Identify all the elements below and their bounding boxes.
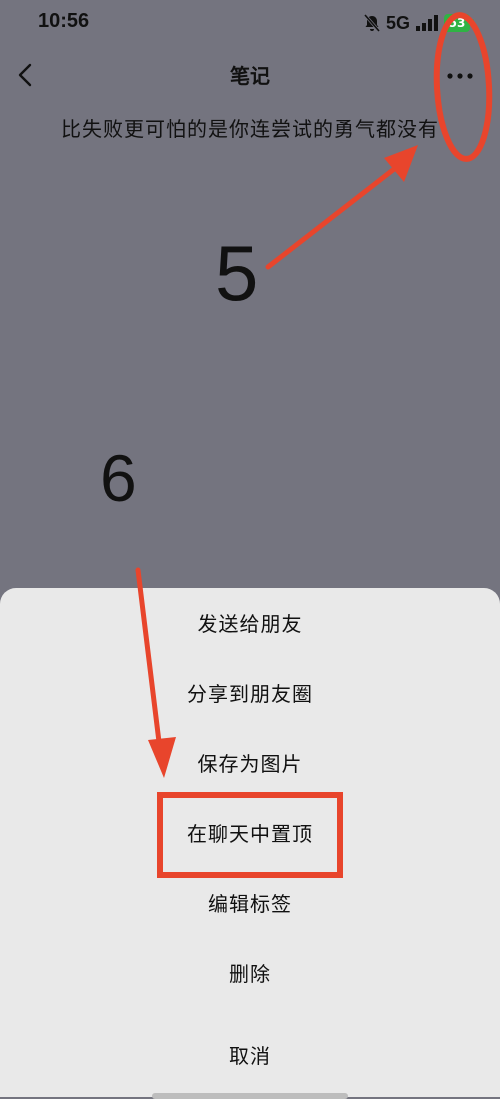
status-indicators: 5G 53 <box>363 12 474 34</box>
note-content: 比失败更可怕的是你连尝试的勇气都没有 <box>61 117 439 141</box>
home-indicator <box>152 1093 348 1099</box>
save-as-image-option[interactable]: 保存为图片 <box>0 734 500 794</box>
pin-in-chat-option[interactable]: 在聊天中置顶 <box>0 804 500 864</box>
edit-tags-option[interactable]: 编辑标签 <box>0 874 500 934</box>
more-dots-icon <box>447 73 473 79</box>
mute-bell-icon <box>363 14 380 32</box>
step-6-label: 6 <box>100 441 137 515</box>
page-title: 笔记 <box>230 64 270 88</box>
arrow-5-line <box>265 163 401 270</box>
arrow-5-head <box>384 145 418 182</box>
more-button[interactable] <box>440 58 480 92</box>
cancel-option[interactable]: 取消 <box>0 1026 500 1086</box>
status-time: 10:56 <box>38 10 90 32</box>
battery-icon: 53 <box>444 14 474 32</box>
action-sheet: 发送给朋友 分享到朋友圈 保存为图片 在聊天中置顶 编辑标签 删除 取消 <box>0 588 500 1099</box>
delete-option[interactable]: 删除 <box>0 944 500 1004</box>
send-to-friend-option[interactable]: 发送给朋友 <box>0 594 500 654</box>
network-type: 5G <box>385 12 410 33</box>
step-5-label: 5 <box>215 229 259 317</box>
nav-bar: 笔记 <box>0 50 500 100</box>
share-to-moments-option[interactable]: 分享到朋友圈 <box>0 664 500 724</box>
status-bar: 10:56 5G 53 <box>0 0 500 48</box>
signal-icon <box>416 15 438 31</box>
